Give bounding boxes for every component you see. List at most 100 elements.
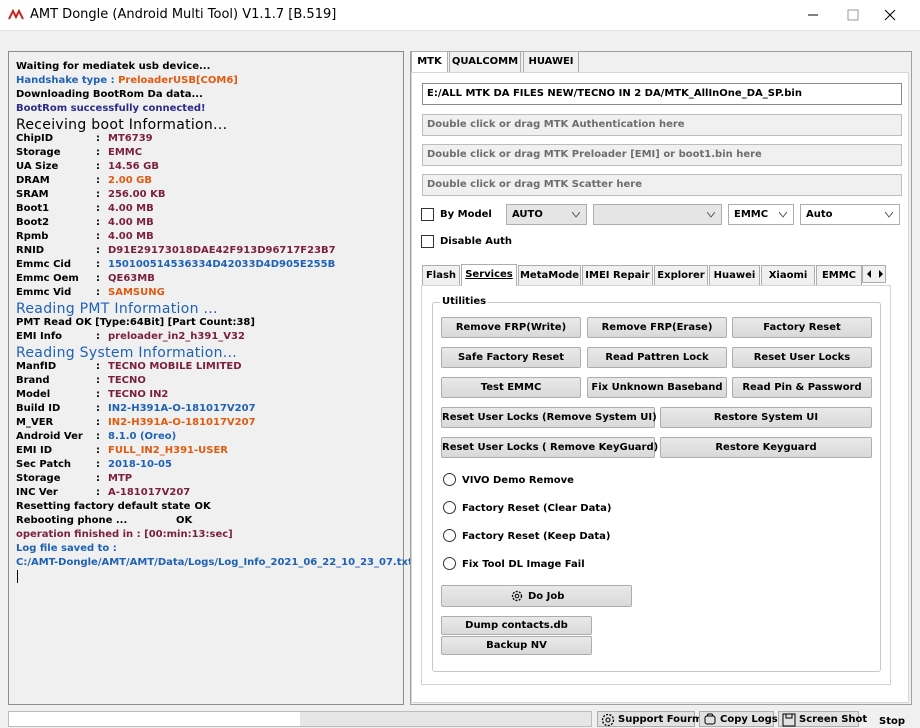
tab-huawei[interactable]: HUAWEI xyxy=(523,51,579,72)
subtab-metamode[interactable]: MetaMode xyxy=(518,265,581,285)
subtab-flash[interactable]: Flash xyxy=(422,265,460,285)
log-key: RNID xyxy=(16,245,45,256)
log-colon: : xyxy=(96,375,100,386)
log-colon: : xyxy=(96,473,100,484)
log-line-text: Rebooting phone ... xyxy=(16,515,128,526)
log-section-title: Reading System Information... xyxy=(16,345,237,361)
screenshot-label: Screen Shot xyxy=(799,714,868,725)
test-emmc-button[interactable]: Test EMMC xyxy=(441,377,581,398)
backup-nv-button[interactable]: Backup NV xyxy=(441,636,592,655)
log-section-title: Receiving boot Information... xyxy=(16,117,227,133)
log-key: SRAM xyxy=(16,189,49,200)
maximize-icon[interactable] xyxy=(838,5,868,25)
subtab-imei-repair[interactable]: IMEI Repair xyxy=(582,265,653,285)
chevron-left-icon[interactable] xyxy=(864,266,875,282)
log-key: Build ID xyxy=(16,403,61,414)
log-value: D91E29173018DAE42F913D96717F23B7 xyxy=(108,245,336,256)
restore-system-ui-button[interactable]: Restore System UI xyxy=(660,407,872,428)
da-file-field[interactable]: E:/ALL MTK DA FILES NEW/TECNO IN 2 DA/MT… xyxy=(422,83,902,105)
log-colon: : xyxy=(96,389,100,400)
log-key: Storage xyxy=(16,473,61,484)
scatter-file-field[interactable]: Double click or drag MTK Scatter here xyxy=(422,174,902,196)
log-panel[interactable]: Waiting for mediatek usb device... Handsh… xyxy=(8,51,413,705)
log-key: Sec Patch xyxy=(16,459,72,470)
vivo-demo-remove-radio[interactable] xyxy=(443,473,456,486)
chevron-down-icon xyxy=(572,212,580,218)
log-section-title: Reading PMT Information ... xyxy=(16,301,218,317)
log-value: TECNO xyxy=(108,375,146,386)
subtab-emmc[interactable]: EMMC xyxy=(816,265,862,285)
log-key: Emmc Cid xyxy=(16,259,72,270)
screenshot-button[interactable]: Screen Shot xyxy=(778,711,867,727)
by-model-checkbox[interactable] xyxy=(421,208,434,221)
factory-reset-button[interactable]: Factory Reset xyxy=(732,317,872,338)
log-line: Resetting factory default state OK xyxy=(16,500,211,513)
log-key: Rpmb xyxy=(16,231,49,242)
subtab-huawei[interactable]: Huawei xyxy=(709,265,760,285)
reset-user-locks-button[interactable]: Reset User Locks xyxy=(732,347,872,368)
log-line: operation finished in : [00:min:13:sec] xyxy=(16,528,233,541)
remove-frp-erase-button[interactable]: Remove FRP(Erase) xyxy=(587,317,727,338)
log-colon: : xyxy=(96,133,100,144)
chevron-right-icon[interactable] xyxy=(875,266,886,282)
subtab-explorer[interactable]: Explorer xyxy=(654,265,708,285)
log-line-text: Receiving boot Information... xyxy=(16,117,228,133)
tab-mtk[interactable]: MTK xyxy=(411,51,448,73)
read-pin-password-button[interactable]: Read Pin & Password xyxy=(732,377,872,398)
read-pattern-lock-button[interactable]: Read Pattren Lock xyxy=(587,347,727,368)
log-key: EMI Info xyxy=(16,331,63,342)
log-value: IN2-H391A-O-181017V207 xyxy=(108,417,256,428)
safe-factory-reset-button[interactable]: Safe Factory Reset xyxy=(441,347,581,368)
tab-qualcomm[interactable]: QUALCOMM xyxy=(449,51,521,72)
log-colon: : xyxy=(96,445,100,456)
mode-combo[interactable]: Auto xyxy=(800,204,900,225)
close-icon[interactable] xyxy=(875,5,905,25)
subtab-xiaomi[interactable]: Xiaomi xyxy=(761,265,815,285)
storage-combo[interactable]: EMMC xyxy=(728,204,794,225)
log-value: A-181017V207 xyxy=(108,487,191,498)
fix-tool-dl-radio[interactable] xyxy=(443,557,456,570)
do-job-button[interactable]: Do Job xyxy=(441,585,632,607)
preloader-file-field[interactable]: Double click or drag MTK Preloader [EMI]… xyxy=(422,144,902,166)
factory-reset-clear-radio[interactable] xyxy=(443,501,456,514)
log-value: 4.00 MB xyxy=(108,231,154,242)
support-forum-button[interactable]: Support Fourm xyxy=(597,711,702,727)
log-key: Boot2 xyxy=(16,217,50,228)
log-value: IN2-H391A-O-181017V207 xyxy=(108,403,256,414)
restore-keyguard-button[interactable]: Restore Keyguard xyxy=(660,437,872,458)
stop-button[interactable]: Stop xyxy=(879,716,905,727)
log-line-value: OK xyxy=(176,515,193,526)
log-colon: : xyxy=(96,217,100,228)
log-colon: : xyxy=(96,287,100,298)
log-line-value: OK xyxy=(194,501,211,512)
log-value: 150100514536334D42033D4D905E255B xyxy=(108,259,336,270)
save-icon xyxy=(782,713,796,727)
log-value: 4.00 MB xyxy=(108,203,154,214)
log-colon: : xyxy=(96,245,100,256)
reset-user-locks-keyguard-button[interactable]: Reset User Locks ( Remove KeyGuard) xyxy=(441,437,658,458)
reset-user-locks-sysui-button[interactable]: Reset User Locks (Remove System UI) xyxy=(441,407,657,428)
copy-logs-button[interactable]: Copy Logs xyxy=(699,711,778,727)
disable-auth-checkbox[interactable] xyxy=(421,235,434,248)
fix-unknown-baseband-button[interactable]: Fix Unknown Baseband xyxy=(587,377,727,398)
remove-frp-write-button[interactable]: Remove FRP(Write) xyxy=(441,317,581,338)
tab-scroll-buttons[interactable] xyxy=(862,265,886,283)
log-line: PMT Read OK [Type:64Bit] [Part Count:38] xyxy=(16,316,255,329)
factory-reset-keep-radio[interactable] xyxy=(443,529,456,542)
model-combo[interactable] xyxy=(593,204,722,225)
auto-combo[interactable]: AUTO xyxy=(506,204,587,225)
log-colon: : xyxy=(96,273,100,284)
title-bar: AMT Dongle (Android Multi Tool) V1.1.7 [… xyxy=(0,0,920,31)
minimize-icon[interactable] xyxy=(798,5,828,25)
log-key: Emmc Vid xyxy=(16,287,72,298)
log-line: Handshake type : PreloaderUSB[COM6] xyxy=(16,74,238,87)
text-caret xyxy=(17,570,18,583)
log-line: Log file saved to : xyxy=(16,542,117,555)
auth-file-field[interactable]: Double click or drag MTK Authentication … xyxy=(422,114,902,136)
subtab-services[interactable]: Services xyxy=(461,264,517,286)
log-colon: : xyxy=(96,189,100,200)
chevron-down-icon xyxy=(779,212,787,218)
dump-contacts-button[interactable]: Dump contacts.db xyxy=(441,616,592,635)
factory-reset-clear-label: Factory Reset (Clear Data) xyxy=(462,503,612,514)
log-line-text: Resetting factory default state xyxy=(16,501,191,512)
